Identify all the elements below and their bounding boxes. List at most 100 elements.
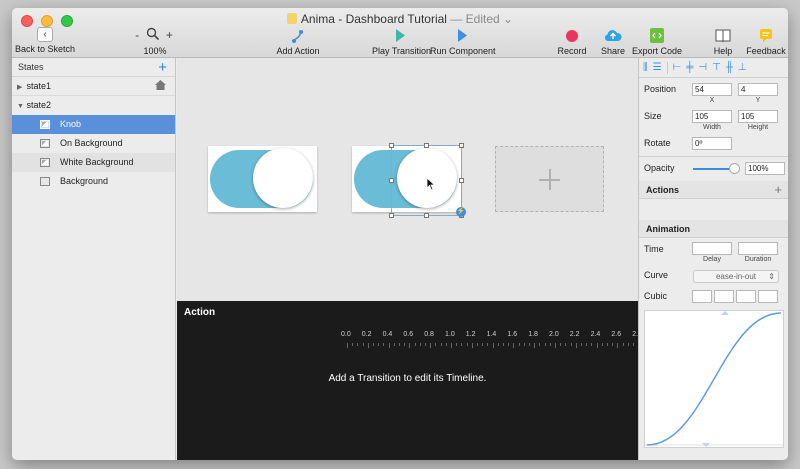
duration-field[interactable] [738, 242, 778, 255]
divider [666, 61, 668, 74]
timeline-tick-label: 1.8 [528, 331, 538, 338]
timeline-tick-mark [373, 343, 374, 346]
easing-curve-graph[interactable] [645, 311, 783, 447]
state-row-state2[interactable]: ▼ state2 [12, 96, 175, 115]
timeline-tick-label: 0.4 [382, 331, 393, 338]
timeline-ruler[interactable]: 0.0 0.2 0.4 0.6 0.8 1.0 1.2 1.4 1.6 1.8 2.0 2.2 2.4 2… [341, 331, 638, 351]
easing-curve-editor[interactable] [644, 310, 784, 448]
position-x-field[interactable]: 54 [692, 83, 732, 96]
cubic-field-1[interactable] [692, 290, 712, 303]
align-top-icon[interactable]: ⊤ [712, 62, 721, 73]
resize-handle[interactable] [389, 143, 394, 148]
window-title: Anima - Dashboard Tutorial — Edited ⌄ [12, 12, 788, 26]
timeline-tick-mark [399, 343, 400, 346]
align-bottom-icon[interactable]: ⊥ [738, 62, 747, 73]
position-y-caption: Y [755, 97, 761, 104]
resize-handle[interactable] [459, 143, 464, 148]
resize-handle[interactable] [389, 213, 394, 218]
position-y-field[interactable]: 4 [738, 83, 778, 96]
timeline-tick-mark [612, 343, 614, 346]
run-icon [458, 29, 467, 42]
timeline-tick-label: 0.8 [424, 331, 434, 338]
add-state-button[interactable]: + [158, 58, 167, 77]
chevron-left-icon: ‹ [37, 27, 53, 42]
align-middle-vertical-icon[interactable]: ╫ [726, 62, 733, 73]
timeline-tick-mark [586, 343, 588, 346]
share-button[interactable]: Share [597, 27, 629, 56]
back-to-sketch-button[interactable]: ‹ Back to Sketch [15, 27, 75, 54]
resize-handle[interactable] [389, 178, 394, 183]
timeline-tick-mark [466, 343, 468, 346]
align-center-horizontal-icon[interactable]: ╪ [686, 62, 693, 73]
opacity-field[interactable]: 100% [745, 162, 785, 175]
timeline-tick-mark [352, 343, 354, 346]
timeline-tick-mark [570, 343, 572, 346]
timeline-tick-mark [555, 343, 556, 348]
distribute-horizontal-icon[interactable]: ⫼ [643, 62, 648, 73]
zoom-out-button[interactable]: - [135, 28, 141, 42]
feedback-button[interactable]: Feedback [746, 27, 786, 56]
height-field[interactable]: 105 [738, 110, 778, 123]
design-canvas[interactable]: ⚡ [177, 58, 638, 301]
opacity-label: Opacity [644, 163, 675, 173]
image-icon [40, 139, 50, 148]
help-button[interactable]: Help [708, 27, 738, 56]
add-action-plus-button[interactable]: + [774, 181, 782, 199]
states-sidebar: States + ▶ state1 ▼ state2 Knob On Backg… [12, 58, 176, 460]
play-transition-button[interactable]: Play Transition [372, 27, 432, 56]
cubic-field-2[interactable] [714, 290, 734, 303]
timeline-tick-mark [581, 343, 582, 346]
states-header: States + [12, 58, 175, 77]
resize-handle[interactable] [424, 143, 429, 148]
add-action-icon [292, 30, 303, 43]
zoom-in-button[interactable]: + [166, 28, 175, 42]
layer-white-background[interactable]: White Background [12, 153, 175, 172]
delay-field[interactable] [692, 242, 732, 255]
timeline-tick-mark [607, 343, 608, 346]
layer-knob[interactable]: Knob [12, 115, 175, 134]
timeline-tick-mark [622, 343, 624, 346]
cubic-field-4[interactable] [758, 290, 778, 303]
timeline-tick-mark [523, 343, 525, 346]
cubic-row: Cubic [639, 286, 788, 308]
home-icon[interactable] [154, 79, 167, 91]
disclosure-down-icon[interactable]: ▼ [12, 97, 24, 116]
timeline-tick-mark [404, 343, 406, 346]
export-code-button[interactable]: Export Code [632, 27, 682, 56]
cubic-field-3[interactable] [736, 290, 756, 303]
edited-indicator[interactable]: — Edited ⌄ [450, 12, 513, 26]
timeline-tick-mark [393, 343, 395, 346]
knob-shape[interactable] [253, 148, 313, 208]
timeline-tick-mark [347, 343, 348, 348]
resize-handle[interactable] [424, 213, 429, 218]
timeline-tick-mark [513, 343, 515, 348]
timeline-tick-mark [409, 343, 411, 348]
share-label: Share [600, 46, 626, 56]
record-button[interactable]: Record [552, 27, 592, 56]
layer-background[interactable]: Background [12, 172, 175, 191]
add-action-button[interactable]: Add Action [270, 27, 326, 56]
rotate-field[interactable]: 0º [692, 137, 732, 150]
disclosure-right-icon[interactable]: ▶ [12, 78, 24, 97]
opacity-slider-thumb[interactable] [729, 163, 740, 174]
action-panel: Action 0.0 0.2 0.4 0.6 0.8 1.0 1.2 1.4 1.6 1.8 2.0… [177, 301, 638, 460]
timeline-tick-label: 1.6 [507, 331, 518, 338]
timeline-tick-mark [565, 343, 567, 346]
rectangle-icon [40, 177, 50, 186]
timeline-tick-label: 1.4 [486, 331, 497, 338]
run-component-button[interactable]: Run Component [430, 27, 496, 56]
align-left-icon[interactable]: ⊢ [673, 62, 682, 73]
distribute-vertical-icon[interactable]: ☰ [653, 62, 662, 73]
lightning-icon[interactable]: ⚡ [456, 207, 466, 217]
curve-select[interactable]: ease-in-out ⇕ [693, 270, 779, 283]
add-state-placeholder[interactable] [495, 146, 604, 212]
align-right-icon[interactable]: ⊣ [698, 62, 707, 73]
width-field[interactable]: 105 [692, 110, 732, 123]
states-header-label: States [18, 62, 44, 72]
play-transition-label: Play Transition [372, 46, 432, 56]
state-row-state1[interactable]: ▶ state1 [12, 77, 175, 96]
resize-handle[interactable] [459, 178, 464, 183]
state1-artboard[interactable] [208, 146, 317, 212]
layer-on-background[interactable]: On Background [12, 134, 175, 153]
control-point-handle[interactable] [721, 311, 729, 315]
